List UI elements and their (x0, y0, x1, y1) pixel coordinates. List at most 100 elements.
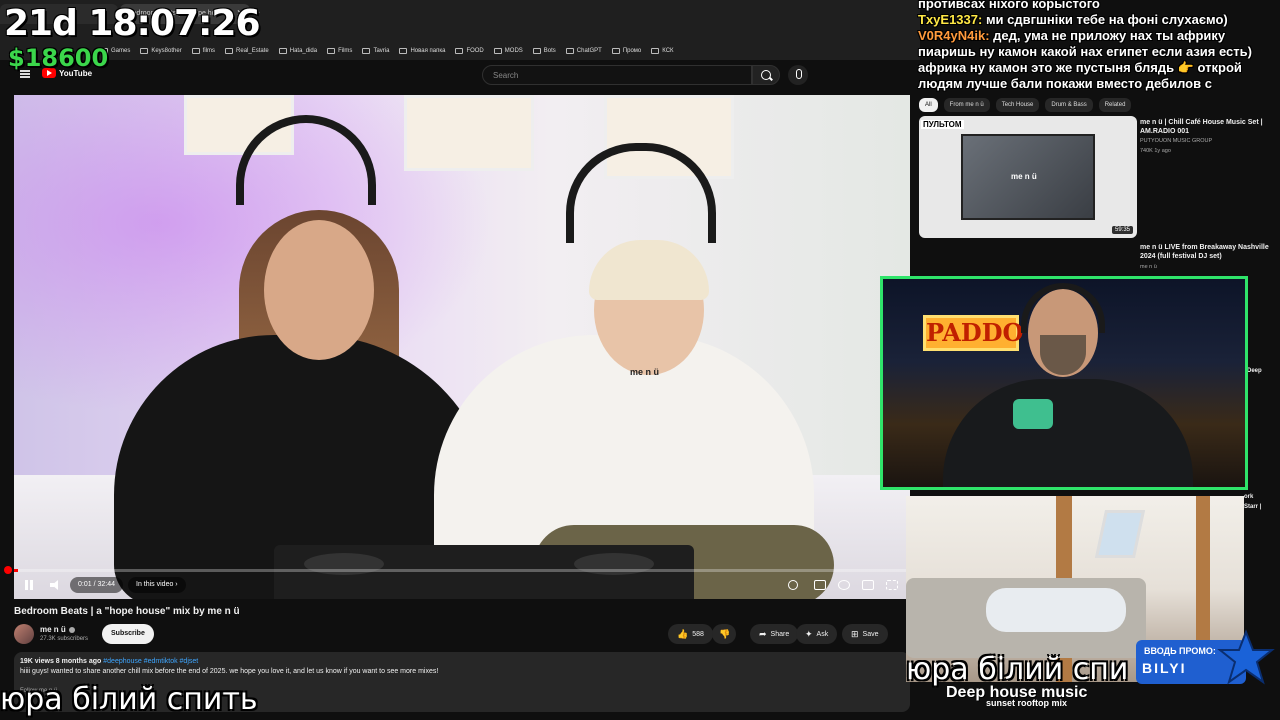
star-icon (1217, 629, 1275, 685)
bookmark-item[interactable]: MODS (493, 48, 523, 54)
thumbnail-label: ПУЛЬТОМ (921, 120, 964, 129)
volume-icon[interactable] (50, 580, 60, 590)
chat-message: африка ну камон это же пустыня блядь 👉 о… (918, 60, 1242, 76)
promo-label: ВВОДЬ ПРОМО: (1144, 646, 1216, 656)
search-icon[interactable] (752, 65, 780, 85)
bookmark-label: Hata_dida (289, 48, 318, 54)
bookmark-item[interactable]: films (191, 48, 215, 54)
shirt-logo-icon (1013, 399, 1053, 429)
share-icon: ➦ (759, 628, 767, 639)
bookmark-item[interactable]: Промо (611, 48, 642, 54)
mic-icon[interactable] (788, 65, 808, 85)
bookmark-item[interactable]: Real_Estate (225, 48, 269, 54)
bookmark-label: Промо (622, 48, 642, 54)
chapter-button[interactable]: In this video › (128, 577, 186, 593)
chat-username[interactable]: TxyE1337: (918, 12, 982, 27)
bookmark-item[interactable]: Bots (532, 48, 556, 54)
chat-message: TxyE1337: ми сдвгшніки тебе на фоні слух… (918, 12, 1228, 28)
recommendation-title[interactable]: me n ü LIVE from Breakaway Nashville 202… (1140, 243, 1270, 261)
view-count: 19K views 8 months ago (20, 658, 102, 665)
bookmark-label: MODS (504, 48, 523, 54)
bookmark-item[interactable]: ChatGPT (565, 48, 602, 54)
settings-icon[interactable] (838, 580, 850, 590)
video-duration: 59:35 (1111, 226, 1133, 234)
stream-timer: 21d 18:07:26 (4, 3, 260, 44)
bookmark-item[interactable]: Hata_dida (278, 48, 318, 54)
promo-code: BILYI (1142, 660, 1187, 676)
recommendation-title[interactable]: me n ü | Chill Café House Music Set | AM… (1140, 118, 1270, 136)
streamer-webcam: PADDO (880, 276, 1248, 490)
sparkle-icon: ✦ (805, 628, 813, 639)
channel-name[interactable]: me n ü (40, 625, 75, 634)
folder-icon (565, 48, 574, 54)
recommendation-fragment: Starr | (1244, 504, 1262, 510)
bookmark-label: Bots (543, 48, 556, 54)
bookmark-item[interactable]: Новая папка (399, 48, 445, 54)
folder-icon (611, 48, 620, 54)
chat-text: людям лучше бали покажи вместо дебилов с (918, 76, 1212, 91)
share-button[interactable]: ➦ Share (750, 624, 799, 644)
autoplay-icon[interactable] (788, 580, 798, 590)
chat-text: противсах ніхого корыстого (918, 0, 1100, 11)
recommendation-channel[interactable]: me n ü (1140, 264, 1157, 270)
recommendation-thumbnail[interactable]: me n ü ПУЛЬТОМ 59:35 (919, 116, 1137, 238)
folder-icon (278, 48, 287, 54)
bookmark-item[interactable]: Films (327, 48, 352, 54)
save-icon: ⊞ (851, 628, 859, 639)
dislike-button[interactable]: 👎 (712, 624, 736, 644)
chat-overlay: противсах ніхого корыстого TxyE1337: ми с… (918, 0, 1280, 118)
like-button[interactable]: 👍 588 (668, 624, 713, 644)
recommendation-channel[interactable]: PUTYOUON MUSIC GROUP (1140, 138, 1212, 144)
bookmark-item[interactable]: КСК (651, 48, 674, 54)
video-player[interactable]: me n ü (14, 95, 910, 599)
bookmark-label: Keys8other (151, 48, 182, 54)
bookmark-label: Films (338, 48, 353, 54)
progress-bar[interactable] (14, 569, 910, 572)
bookmark-item[interactable]: Tavria (362, 48, 389, 54)
person-left-head (264, 220, 374, 360)
avatar[interactable] (14, 624, 34, 644)
channel-name-text: me n ü (40, 625, 66, 634)
wall-poster (404, 95, 534, 171)
description-meta: 19K views 8 months ago #deephouse #edmti… (20, 658, 904, 665)
bookmark-label: Real_Estate (236, 48, 269, 54)
fullscreen-icon[interactable] (886, 580, 898, 590)
chat-username[interactable]: V0R4yN4ik: (918, 28, 990, 43)
subscriber-count: 27.3K subscribers (40, 636, 89, 642)
bookmark-label: Games (111, 48, 131, 54)
subtitle-overlay: юра білий спи (906, 652, 1129, 687)
hoodie-logo: me n ü (630, 367, 660, 377)
ask-button[interactable]: ✦ Ask (796, 624, 838, 644)
folder-icon (362, 48, 371, 54)
like-count: 588 (692, 630, 704, 638)
subtitle-overlay: юра білий спить (0, 682, 258, 717)
progress-handle[interactable] (4, 566, 12, 574)
subscribe-button[interactable]: Subscribe (102, 624, 154, 644)
chat-text: пиаришь ну камон какой нах египет если а… (918, 44, 1252, 59)
pause-icon[interactable] (24, 580, 34, 590)
ask-label: Ask (816, 630, 829, 638)
bookmark-item[interactable]: FOOD (455, 48, 484, 54)
progress-fill (14, 569, 19, 572)
theater-icon[interactable] (862, 580, 874, 590)
folder-icon (651, 48, 660, 54)
blanket (986, 588, 1126, 632)
recommendation-fragment: ork (1244, 494, 1254, 500)
captions-icon[interactable] (814, 580, 826, 590)
stream-screen: LIVE Bedroom Beats | a "hope ho... ✕ + G… (0, 0, 1280, 720)
neon-sign: PADDO (923, 315, 1023, 351)
share-label: Share (770, 630, 790, 638)
chat-message: пиаришь ну камон какой нах египет если а… (918, 44, 1252, 60)
thumbs-down-icon: 👎 (719, 628, 731, 639)
chapter-label: In this video (136, 581, 174, 588)
bookmarks-bar: Games Keys8other films Real_Estate Hata_dida… (100, 44, 674, 58)
hashtags[interactable]: #deephouse #edmtiktok #djset (103, 658, 198, 665)
search-input[interactable]: Search (482, 65, 752, 85)
folder-icon (532, 48, 541, 54)
bookmark-item[interactable]: Keys8other (140, 48, 182, 54)
save-button[interactable]: ⊞ Save (842, 624, 888, 644)
person-right-hair (589, 240, 709, 300)
folder-icon (191, 48, 200, 54)
folder-icon (455, 48, 464, 54)
time-display: 0:01 / 32:44 (70, 577, 123, 593)
